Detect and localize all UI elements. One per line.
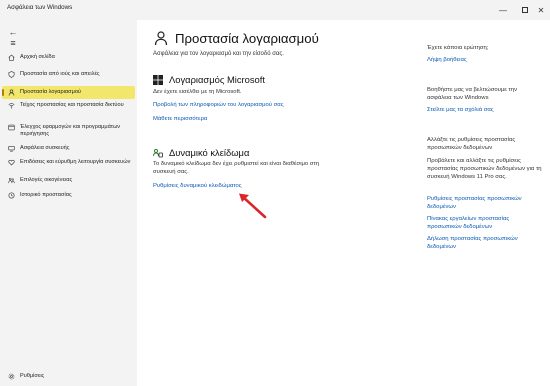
sidebar-item-label: Αρχική σελίδα bbox=[20, 54, 55, 60]
dynamic-lock-description-2: συσκευή σας. bbox=[153, 169, 189, 175]
sidebar-item-label: Προστασία λογαριασμού bbox=[20, 89, 81, 95]
history-icon bbox=[2, 192, 20, 199]
wifi-icon bbox=[2, 102, 20, 109]
page-title-text: Προστασία λογαριασμού bbox=[175, 30, 319, 46]
shield-icon bbox=[2, 71, 20, 78]
close-button[interactable]: ✕ bbox=[530, 0, 550, 20]
sidebar-item-label: Ρυθμίσεις bbox=[20, 373, 45, 379]
privacy-text-2: προστασίας προσωπικών δεδομένων για τη bbox=[427, 166, 542, 172]
app-browser-icon bbox=[2, 124, 20, 131]
dynamic-lock-description-1: Το δυναμικό κλείδωμα δεν έχει ρυθμιστεί … bbox=[153, 161, 320, 167]
sidebar-item-label: Ασφάλεια συσκευής bbox=[20, 145, 70, 151]
family-icon bbox=[2, 177, 20, 184]
sidebar-item-home[interactable]: Αρχική σελίδα bbox=[2, 54, 135, 61]
privacy-heading-1: Αλλάξτε τις ρυθμίσεις προστασίας bbox=[427, 137, 516, 143]
sidebar-item-protection-history[interactable]: Ιστορικό προστασίας bbox=[2, 192, 135, 199]
send-feedback-link[interactable]: Στείλτε μας τα σχόλιά σας bbox=[427, 107, 545, 115]
heart-icon bbox=[2, 159, 20, 166]
privacy-statement-link-2[interactable]: δεδομένων bbox=[427, 244, 545, 252]
menu-button[interactable]: ≡ bbox=[6, 37, 20, 49]
sidebar-item-device-security[interactable]: Ασφάλεια συσκευής bbox=[2, 145, 135, 152]
page-subtitle: Ασφάλεια για τον λογαριασμό και την είσο… bbox=[153, 51, 284, 57]
gear-icon bbox=[2, 373, 20, 380]
sidebar-item-family-options[interactable]: Επιλογές οικογένειας bbox=[2, 177, 135, 184]
privacy-statement-link-1[interactable]: Δήλωση προστασίας προσωπικών bbox=[427, 236, 545, 244]
window-title: Ασφάλεια των Windows bbox=[7, 4, 73, 11]
sidebar-item-label: Επιδόσεις και εύρυθμη λειτουργία συσκευώ… bbox=[20, 159, 131, 165]
view-account-info-link[interactable]: Προβολή των πληροφοριών του λογαριασμού … bbox=[153, 102, 284, 108]
hamburger-icon: ≡ bbox=[10, 38, 16, 48]
sidebar-item-settings[interactable]: Ρυθμίσεις bbox=[2, 373, 135, 380]
sidebar-item-virus-protection[interactable]: Προστασία από ιούς και απειλές bbox=[2, 71, 135, 78]
sidebar-item-device-performance[interactable]: Επιδόσεις και εύρυθμη λειτουργία συσκευώ… bbox=[2, 159, 135, 166]
home-icon bbox=[2, 54, 20, 61]
microsoft-logo-icon bbox=[153, 74, 163, 85]
privacy-heading-2: προσωπικών δεδομένων bbox=[427, 145, 493, 151]
privacy-text-1: Προβάλετε και αλλάξτε τις ρυθμίσεις bbox=[427, 158, 521, 164]
title-bar: Ασφάλεια των Windows — ✕ bbox=[0, 0, 550, 20]
sidebar-item-firewall[interactable]: Τείχος προστασίας και προστασία δικτύου bbox=[2, 102, 135, 109]
microsoft-account-heading: Λογαριασμός Microsoft bbox=[153, 74, 265, 85]
get-help-link[interactable]: Λήψη βοήθειας bbox=[427, 57, 545, 65]
learn-more-link[interactable]: Μάθετε περισσότερα bbox=[153, 116, 207, 122]
maximize-icon bbox=[522, 7, 528, 13]
minimize-button[interactable]: — bbox=[492, 0, 514, 20]
sidebar-item-app-browser-control[interactable]: Έλεγχος εφαρμογών και προγραμμάτων περιή… bbox=[2, 124, 135, 138]
improve-text-2: ασφάλεια των Windows bbox=[427, 95, 489, 101]
device-icon bbox=[2, 145, 20, 152]
privacy-text-3: συσκευή Windows 11 Pro σας. bbox=[427, 174, 507, 180]
annotation-arrow bbox=[239, 193, 267, 219]
dynamic-lock-settings-link[interactable]: Ρυθμίσεις δυναμικού κλειδώματος bbox=[153, 183, 242, 189]
person-icon bbox=[2, 89, 20, 96]
improve-text-1: Βοηθήστε μας να βελτιώσουμε την bbox=[427, 87, 518, 93]
page-title: Προστασία λογαριασμού bbox=[153, 30, 319, 46]
dynamic-lock-icon bbox=[153, 148, 163, 157]
person-icon bbox=[154, 31, 168, 46]
sidebar-item-account-protection[interactable]: Προστασία λογαριασμού bbox=[2, 86, 135, 99]
sidebar: ← ≡ Αρχική σελίδα Προστασία από ιούς και… bbox=[0, 20, 137, 386]
sidebar-item-label: Έλεγχος εφαρμογών και προγραμμάτων περιή… bbox=[20, 124, 121, 137]
privacy-settings-link-1[interactable]: Ρυθμίσεις προστασίας προσωπικών bbox=[427, 196, 545, 204]
sidebar-item-label: Τείχος προστασίας και προστασία δικτύου bbox=[20, 102, 124, 108]
microsoft-account-status: Δεν έχετε εισέλθει με τη Microsoft. bbox=[153, 89, 242, 95]
privacy-dashboard-link-1[interactable]: Πίνακας εργαλείων προστασίας bbox=[427, 216, 545, 224]
sidebar-item-label: Επιλογές οικογένειας bbox=[20, 177, 73, 183]
back-arrow-icon: ← bbox=[8, 27, 18, 37]
sidebar-item-label: Ιστορικό προστασίας bbox=[20, 192, 72, 198]
help-question: Έχετε κάποια ερώτηση; bbox=[427, 45, 489, 51]
sidebar-item-label: Προστασία από ιούς και απειλές bbox=[20, 71, 100, 77]
privacy-settings-link-2[interactable]: δεδομένων bbox=[427, 204, 545, 212]
minimize-icon: — bbox=[499, 5, 507, 15]
dynamic-lock-heading: Δυναμικό κλείδωμα bbox=[153, 147, 249, 158]
close-icon: ✕ bbox=[537, 5, 545, 15]
privacy-dashboard-link-2[interactable]: προσωπικών δεδομένων bbox=[427, 224, 545, 232]
